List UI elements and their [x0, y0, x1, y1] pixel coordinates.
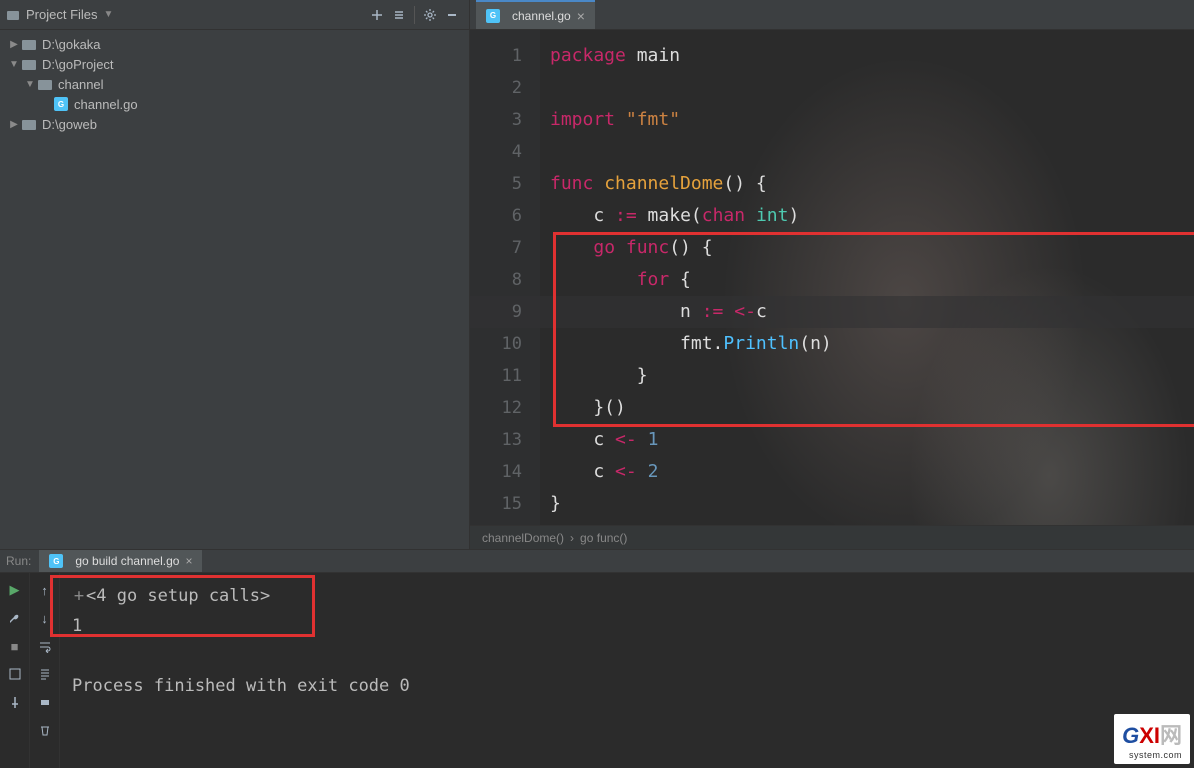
close-icon[interactable]: ×	[185, 554, 192, 568]
code-line[interactable]: c <- 2	[550, 456, 658, 488]
breadcrumb-item[interactable]: channelDome()	[482, 531, 564, 545]
sidebar-header: Project Files ▼	[0, 0, 469, 30]
folder-icon	[38, 78, 52, 90]
pin-icon[interactable]	[4, 691, 26, 713]
soft-wrap-icon[interactable]	[34, 635, 56, 657]
line-number[interactable]: 2	[470, 72, 522, 104]
tree-item-channel-go[interactable]: Gchannel.go	[0, 94, 469, 114]
chevron-down-icon[interactable]: ▼	[6, 59, 22, 70]
folder-icon	[22, 118, 36, 130]
code-editor[interactable]: 1 package main 23 import "fmt" 45 func channe…	[470, 30, 1194, 525]
tree-item-goweb[interactable]: ▶D:\goweb	[0, 114, 469, 134]
tree-item-gokaka[interactable]: ▶D:\gokaka	[0, 34, 469, 54]
line-number[interactable]: 4	[470, 136, 522, 168]
run-toolbar-left: ▶ ■	[0, 573, 30, 768]
chevron-right-icon: ›	[570, 531, 574, 545]
scroll-from-source-icon[interactable]	[366, 4, 388, 26]
scroll-to-end-icon[interactable]	[34, 663, 56, 685]
breadcrumb-item[interactable]: go func()	[580, 531, 627, 545]
line-number[interactable]: 13	[470, 424, 522, 456]
chevron-right-icon[interactable]: ▶	[6, 119, 22, 130]
trash-icon[interactable]	[34, 719, 56, 741]
line-number[interactable]: 1	[470, 40, 522, 72]
annotation-box-code	[553, 232, 1194, 427]
line-number[interactable]: 10	[470, 328, 522, 360]
chevron-down-icon[interactable]: ▼	[22, 79, 38, 90]
run-config-tab[interactable]: G go build channel.go ×	[39, 550, 202, 572]
print-icon[interactable]	[34, 691, 56, 713]
console-output[interactable]: +<4 go setup calls> 1 Process finished w…	[60, 573, 1194, 768]
go-file-icon: G	[486, 9, 500, 23]
separator	[414, 6, 415, 24]
folder-icon	[22, 38, 36, 50]
code-line[interactable]: func channelDome() {	[550, 168, 767, 200]
code-line[interactable]: import "fmt"	[550, 104, 680, 136]
folder-icon	[22, 58, 36, 70]
go-file-icon: G	[49, 554, 63, 568]
line-number[interactable]: 15	[470, 488, 522, 520]
line-number[interactable]: 9	[470, 296, 522, 328]
layout-icon[interactable]	[4, 663, 26, 685]
project-sidebar: Project Files ▼ ▶D:\gokaka ▼D:\goProject…	[0, 0, 470, 549]
go-file-icon: G	[54, 97, 68, 111]
tree-item-channel[interactable]: ▼channel	[0, 74, 469, 94]
rerun-icon[interactable]: ▶	[4, 579, 26, 601]
tab-channel-go[interactable]: G channel.go ×	[476, 0, 595, 29]
run-label: Run:	[6, 554, 31, 568]
line-number[interactable]: 11	[470, 360, 522, 392]
hide-icon[interactable]	[441, 4, 463, 26]
file-tree: ▶D:\gokaka ▼D:\goProject ▼channel Gchann…	[0, 30, 469, 138]
editor-tabbar: G channel.go ×	[470, 0, 1194, 30]
folder-icon	[6, 8, 20, 22]
sidebar-title[interactable]: Project Files ▼	[6, 7, 113, 22]
console-line: Process finished with exit code 0	[72, 676, 410, 696]
line-number[interactable]: 5	[470, 168, 522, 200]
editor-area: G channel.go × 1 package main 23 import "fm…	[470, 0, 1194, 549]
line-number[interactable]: 12	[470, 392, 522, 424]
dropdown-icon: ▼	[104, 9, 114, 20]
line-number[interactable]: 14	[470, 456, 522, 488]
code-line[interactable]: package main	[550, 40, 680, 72]
collapse-all-icon[interactable]	[388, 4, 410, 26]
code-line[interactable]: c := make(chan int)	[550, 200, 799, 232]
wrench-icon[interactable]	[4, 607, 26, 629]
watermark-logo: GXI网 system.com	[1114, 714, 1190, 764]
code-line[interactable]: }	[550, 488, 561, 520]
line-number[interactable]: 8	[470, 264, 522, 296]
run-toolwindow-header: Run: G go build channel.go ×	[0, 549, 1194, 573]
run-toolwindow: ▶ ■ ↑ ↓ +<4 go setup calls> 1 Process fi…	[0, 573, 1194, 768]
line-number[interactable]: 7	[470, 232, 522, 264]
stop-icon[interactable]: ■	[4, 635, 26, 657]
chevron-right-icon[interactable]: ▶	[6, 39, 22, 50]
line-number[interactable]: 3	[470, 104, 522, 136]
tree-item-goproject[interactable]: ▼D:\goProject	[0, 54, 469, 74]
gear-icon[interactable]	[419, 4, 441, 26]
breadcrumb[interactable]: channelDome() › go func()	[470, 525, 1194, 549]
close-icon[interactable]: ×	[577, 8, 585, 24]
line-number[interactable]: 6	[470, 200, 522, 232]
annotation-box-console	[50, 575, 315, 637]
code-line[interactable]: c <- 1	[550, 424, 658, 456]
